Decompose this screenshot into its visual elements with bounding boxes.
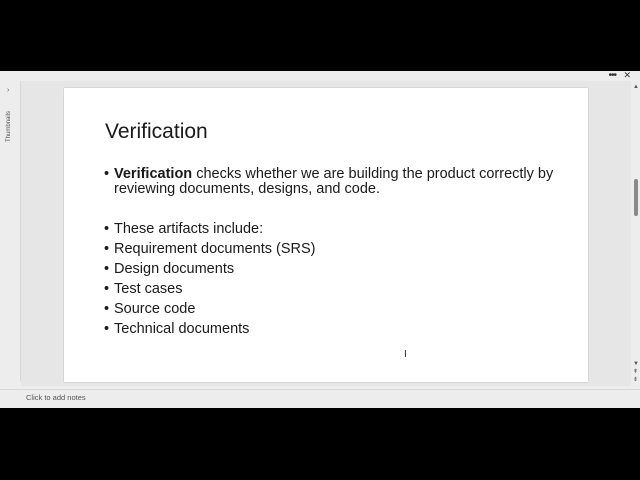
thumbnails-pane[interactable]: › Thumbnails [0,81,21,381]
bullet-item: • Design documents [104,262,554,277]
bullet-dot: • [104,166,110,182]
bullet-dot: • [104,281,110,297]
bold-term: Verification [114,166,193,182]
bullet-dot: • [104,261,110,277]
bullet-text: Test cases [114,281,183,297]
bullet-text: Technical documents [114,321,250,337]
bullet-text: Design documents [114,261,235,277]
scroll-up-icon[interactable]: ▲ [633,84,639,90]
close-icon[interactable]: ✕ [623,71,631,80]
bullet-item: • Requirement documents (SRS) [104,242,554,257]
bullet-dot: • [104,241,110,257]
slide-editing-area[interactable]: Verification • Verification checks whethe… [21,81,631,386]
notes-pane[interactable]: Click to add notes [0,389,640,408]
bullet-dot: • [104,221,110,237]
chevron-right-icon[interactable]: › [7,87,9,94]
slide-body[interactable]: • Verification checks whether we are buil… [104,167,554,342]
bullet-text: Source code [114,301,196,317]
more-options-icon[interactable]: ••• [608,71,616,81]
vertical-scrollbar[interactable]: ▲ ▼ ⇞ ⇟ [632,81,640,386]
bullet-item: • Technical documents [104,322,554,337]
presentation-editor: ••• ✕ › Thumbnails Verification • Verific… [0,71,640,408]
slide-title[interactable]: Verification [105,120,208,144]
bullet-text: These artifacts include: [114,221,264,237]
text-cursor-icon: I [404,349,407,360]
bullet-intro: • Verification checks whether we are buil… [104,167,554,197]
window-topbar: ••• ✕ [0,71,640,81]
scroll-down-icon[interactable]: ▼ [633,361,639,367]
bullet-dot: • [104,301,110,317]
previous-slide-icon[interactable]: ⇞ [633,369,638,375]
bullet-item: • These artifacts include: [104,222,554,237]
slide[interactable]: Verification • Verification checks whethe… [64,88,588,382]
next-slide-icon[interactable]: ⇟ [633,377,638,383]
notes-placeholder[interactable]: Click to add notes [26,393,86,402]
bullet-text: Requirement documents (SRS) [114,241,316,257]
bullet-item: • Source code [104,302,554,317]
scroll-thumb[interactable] [634,179,638,216]
bullet-dot: • [104,321,110,337]
bullet-item: • Test cases [104,282,554,297]
